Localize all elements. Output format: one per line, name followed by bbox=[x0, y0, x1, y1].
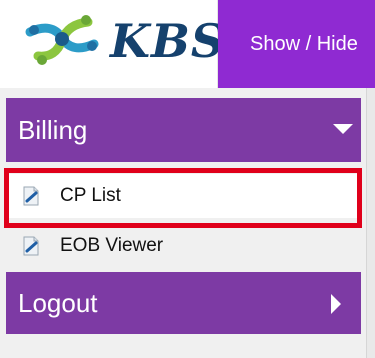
show-hide-button[interactable]: Show / Hide bbox=[218, 0, 375, 88]
sidebar-item-cp-list[interactable]: CP List bbox=[6, 174, 361, 218]
chevron-right-icon bbox=[331, 294, 341, 314]
sidebar-item-eob-viewer[interactable]: EOB Viewer bbox=[6, 224, 361, 268]
top-bar: KBS Show / Hide bbox=[0, 0, 375, 88]
logo-text: KBS bbox=[110, 14, 226, 68]
sidebar-item-label: EOB Viewer bbox=[60, 235, 164, 256]
logo-area[interactable]: KBS bbox=[0, 0, 224, 88]
sidebar-section-billing[interactable]: Billing bbox=[6, 98, 361, 162]
document-icon bbox=[23, 186, 39, 206]
section-label-logout: Logout bbox=[18, 287, 98, 318]
chevron-down-icon bbox=[333, 124, 353, 134]
document-icon bbox=[23, 236, 39, 256]
sidebar: Billing CP List EOB Viewer Logout bbox=[0, 88, 375, 358]
sidebar-item-label: CP List bbox=[60, 185, 121, 206]
sidebar-section-logout[interactable]: Logout bbox=[6, 272, 361, 334]
kbs-logo-icon bbox=[25, 15, 99, 65]
sidebar-divider bbox=[366, 88, 375, 358]
section-label-billing: Billing bbox=[18, 114, 88, 145]
